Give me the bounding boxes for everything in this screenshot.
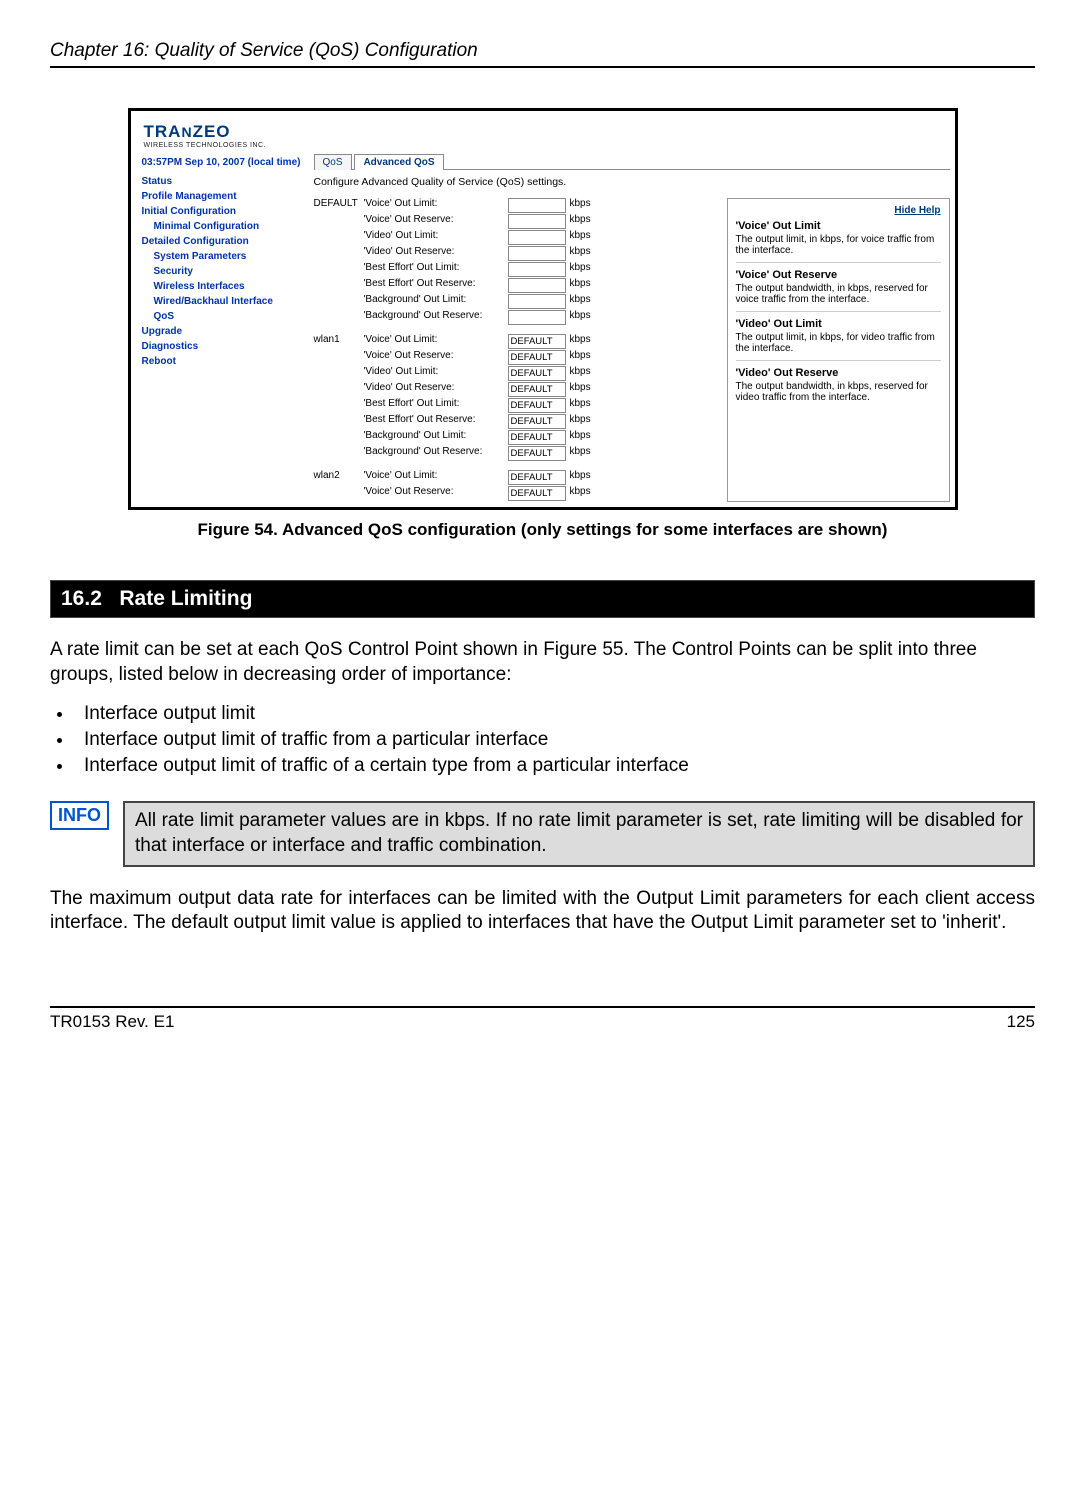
- logo-subtitle: WIRELESS TECHNOLOGIES INC.: [144, 142, 942, 149]
- default-best-out-reserve[interactable]: [508, 278, 566, 293]
- hide-help-link[interactable]: Hide Help: [736, 205, 941, 216]
- wlan1-video-out-reserve[interactable]: [508, 382, 566, 397]
- paragraph-2: The maximum output data rate for interfa…: [50, 887, 1035, 936]
- nav-minimal-config[interactable]: Minimal Configuration: [142, 219, 302, 234]
- help-video-out-reserve-title: 'Video' Out Reserve: [736, 367, 941, 379]
- default-voice-out-reserve[interactable]: [508, 214, 566, 229]
- help-voice-out-limit-text: The output limit, in kbps, for voice tra…: [736, 234, 941, 256]
- wlan2-voice-out-limit[interactable]: [508, 470, 566, 485]
- nav-status[interactable]: Status: [142, 174, 302, 189]
- chapter-header: Chapter 16: Quality of Service (QoS) Con…: [50, 40, 1035, 68]
- section-heading: 16.2 Rate Limiting: [50, 580, 1035, 618]
- nav-upgrade[interactable]: Upgrade: [142, 324, 302, 339]
- nav-qos[interactable]: QoS: [142, 309, 302, 324]
- bullet-1: Interface output limit: [74, 703, 1035, 725]
- wlan1-video-out-limit[interactable]: [508, 366, 566, 381]
- group-default: DEFAULT: [314, 198, 360, 213]
- bullet-list: Interface output limit Interface output …: [50, 703, 1035, 777]
- help-video-out-reserve-text: The output bandwidth, in kbps, reserved …: [736, 381, 941, 403]
- help-video-out-limit-title: 'Video' Out Limit: [736, 318, 941, 330]
- help-video-out-limit-text: The output limit, in kbps, for video tra…: [736, 332, 941, 354]
- default-bg-out-limit[interactable]: [508, 294, 566, 309]
- footer-page: 125: [1007, 1012, 1035, 1032]
- default-best-out-limit[interactable]: [508, 262, 566, 277]
- bullet-3: Interface output limit of traffic of a c…: [74, 755, 1035, 777]
- wlan1-voice-out-reserve[interactable]: [508, 350, 566, 365]
- tab-qos[interactable]: QoS: [314, 154, 352, 170]
- nav-detailed-config[interactable]: Detailed Configuration: [142, 234, 302, 249]
- info-text: All rate limit parameter values are in k…: [123, 801, 1035, 866]
- nav-system-params[interactable]: System Parameters: [142, 249, 302, 264]
- default-bg-out-reserve[interactable]: [508, 310, 566, 325]
- wlan1-bg-out-reserve[interactable]: [508, 446, 566, 461]
- help-voice-out-reserve-title: 'Voice' Out Reserve: [736, 269, 941, 281]
- default-voice-out-limit[interactable]: [508, 198, 566, 213]
- tab-advanced-qos[interactable]: Advanced QoS: [354, 154, 443, 170]
- figure-54: TRANZEO WIRELESS TECHNOLOGIES INC. 03:57…: [128, 108, 958, 510]
- paragraph-1: A rate limit can be set at each QoS Cont…: [50, 638, 1035, 687]
- default-video-out-limit[interactable]: [508, 230, 566, 245]
- group-wlan2: wlan2: [314, 470, 360, 485]
- nav-diagnostics[interactable]: Diagnostics: [142, 339, 302, 354]
- wlan1-best-out-reserve[interactable]: [508, 414, 566, 429]
- nav-wired-backhaul[interactable]: Wired/Backhaul Interface: [142, 294, 302, 309]
- bullet-2: Interface output limit of traffic from a…: [74, 729, 1035, 751]
- wlan1-voice-out-limit[interactable]: [508, 334, 566, 349]
- wlan1-best-out-limit[interactable]: [508, 398, 566, 413]
- help-panel: Hide Help 'Voice' Out Limit The output l…: [727, 198, 950, 502]
- wlan2-voice-out-reserve[interactable]: [508, 486, 566, 501]
- sidebar-nav: 03:57PM Sep 10, 2007 (local time) Status…: [136, 153, 308, 502]
- info-badge: INFO: [50, 801, 109, 830]
- footer-left: TR0153 Rev. E1: [50, 1012, 174, 1032]
- figure-caption: Figure 54. Advanced QoS configuration (o…: [128, 520, 958, 540]
- default-video-out-reserve[interactable]: [508, 246, 566, 261]
- nav-reboot[interactable]: Reboot: [142, 354, 302, 369]
- nav-init-config[interactable]: Initial Configuration: [142, 204, 302, 219]
- config-description: Configure Advanced Quality of Service (Q…: [314, 176, 950, 188]
- nav-security[interactable]: Security: [142, 264, 302, 279]
- help-voice-out-reserve-text: The output bandwidth, in kbps, reserved …: [736, 283, 941, 305]
- wlan1-bg-out-limit[interactable]: [508, 430, 566, 445]
- tranzeo-logo: TRANZEO: [144, 122, 942, 142]
- nav-profile[interactable]: Profile Management: [142, 189, 302, 204]
- help-voice-out-limit-title: 'Voice' Out Limit: [736, 220, 941, 232]
- group-wlan1: wlan1: [314, 334, 360, 349]
- local-time: 03:57PM Sep 10, 2007 (local time): [142, 157, 302, 168]
- nav-wireless-ifaces[interactable]: Wireless Interfaces: [142, 279, 302, 294]
